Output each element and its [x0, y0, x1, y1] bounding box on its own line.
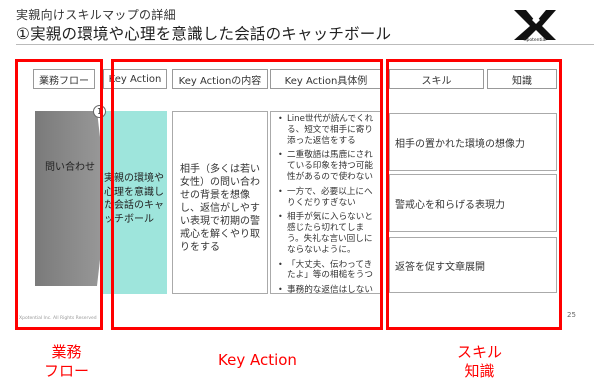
page-title: ①実親の環境や心理を意識した会話のキャッチボール: [16, 25, 392, 43]
page-number: 25: [567, 311, 576, 319]
business-flow-annotation: 業務 フロー: [44, 343, 89, 381]
logo-wordmark: Xpotential: [523, 38, 547, 43]
page-subtitle: 実親向けスキルマップの詳細: [16, 8, 176, 22]
business-flow-annotation-line: 業務 フロー: [44, 343, 90, 380]
key-action-annotation: Key Action: [218, 351, 297, 369]
business-flow-highlight-frame: [15, 59, 103, 330]
skill-knowledge-annotation-line: スキル 知識: [457, 343, 503, 380]
skill-knowledge-annotation: スキル 知識: [457, 343, 502, 381]
key-action-highlight-frame: [111, 59, 383, 330]
title-divider: [16, 44, 594, 45]
skill-knowledge-highlight-frame: [386, 59, 562, 330]
